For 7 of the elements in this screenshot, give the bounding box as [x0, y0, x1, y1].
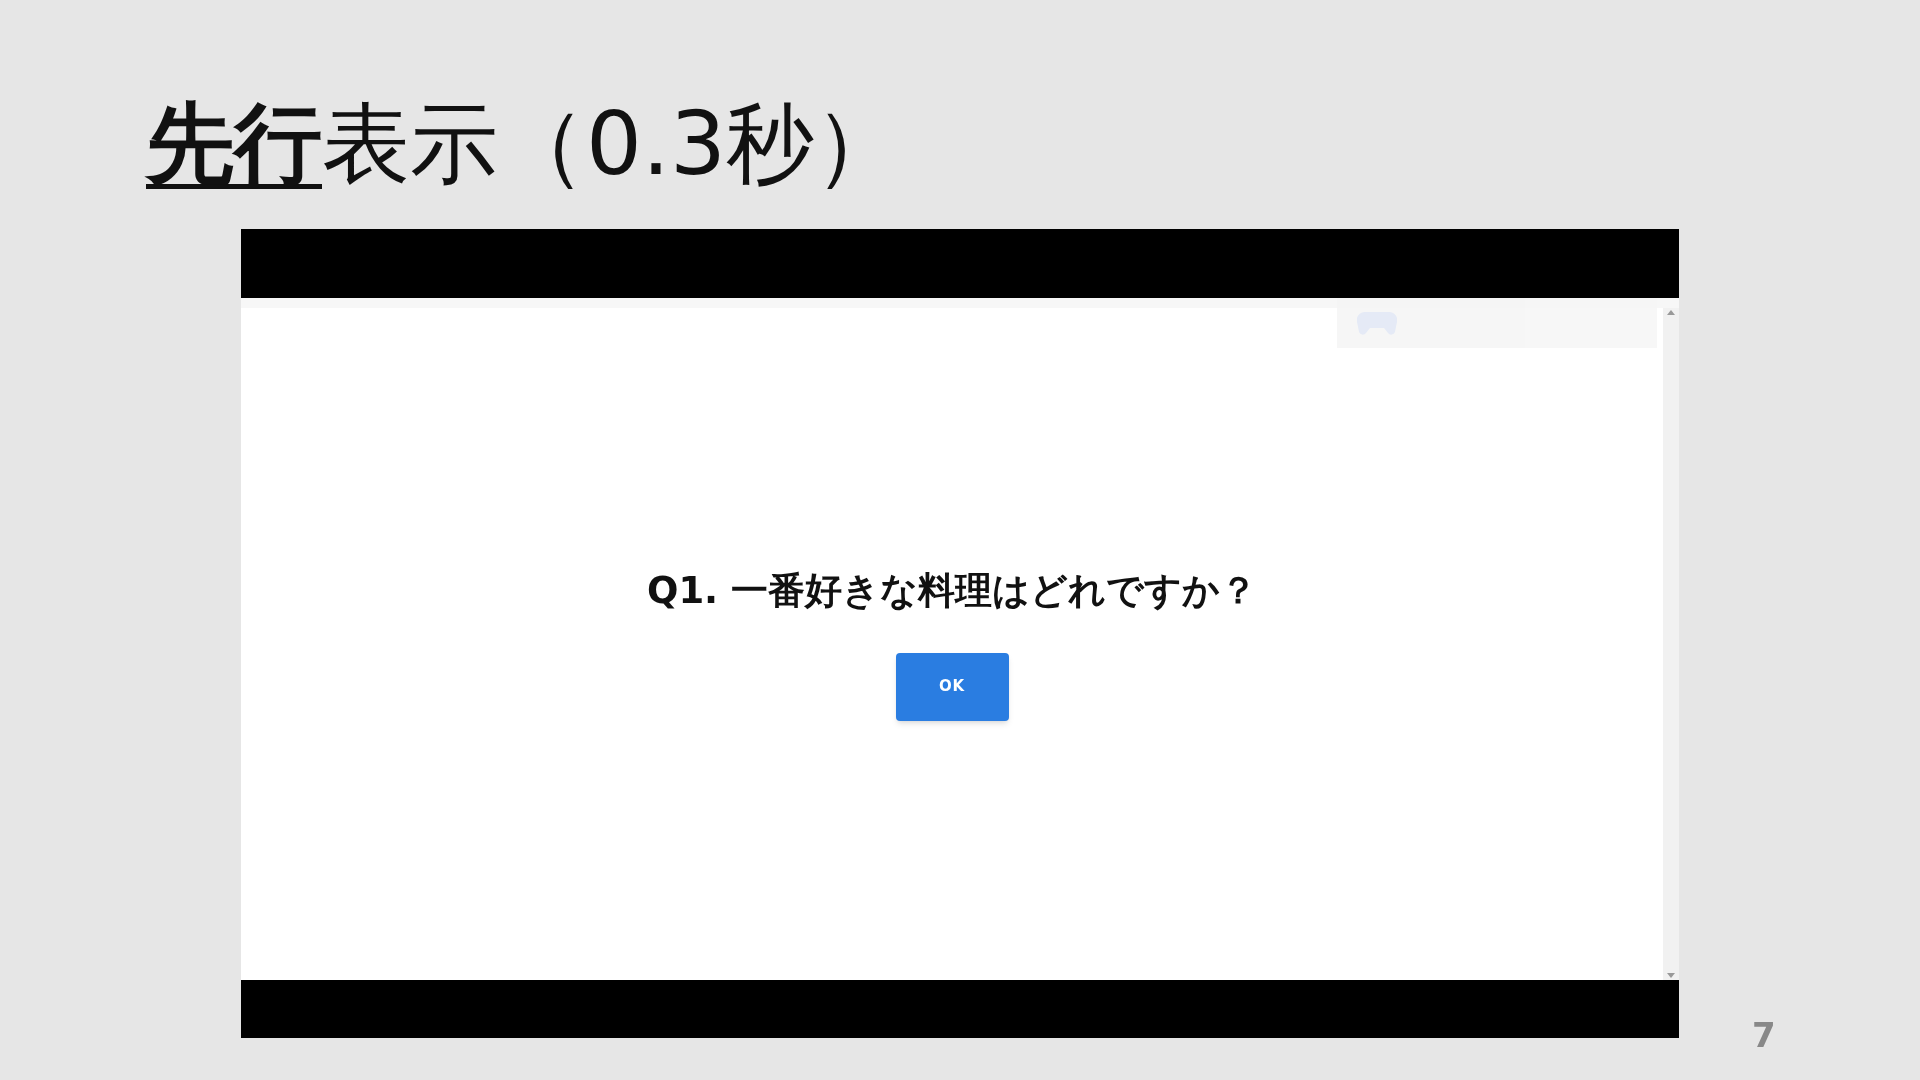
question-text: Q1. 一番好きな料理はどれですか？ — [646, 568, 1258, 614]
ok-button[interactable]: OK — [895, 652, 1009, 721]
slide-title-emphasis: 先行 — [146, 100, 322, 188]
scroll-up-icon[interactable] — [1667, 310, 1675, 315]
slide-title: 表示（0.3秒） — [322, 100, 902, 188]
page-number: 7 — [1752, 1014, 1776, 1057]
scroll-down-icon[interactable] — [1667, 973, 1675, 978]
